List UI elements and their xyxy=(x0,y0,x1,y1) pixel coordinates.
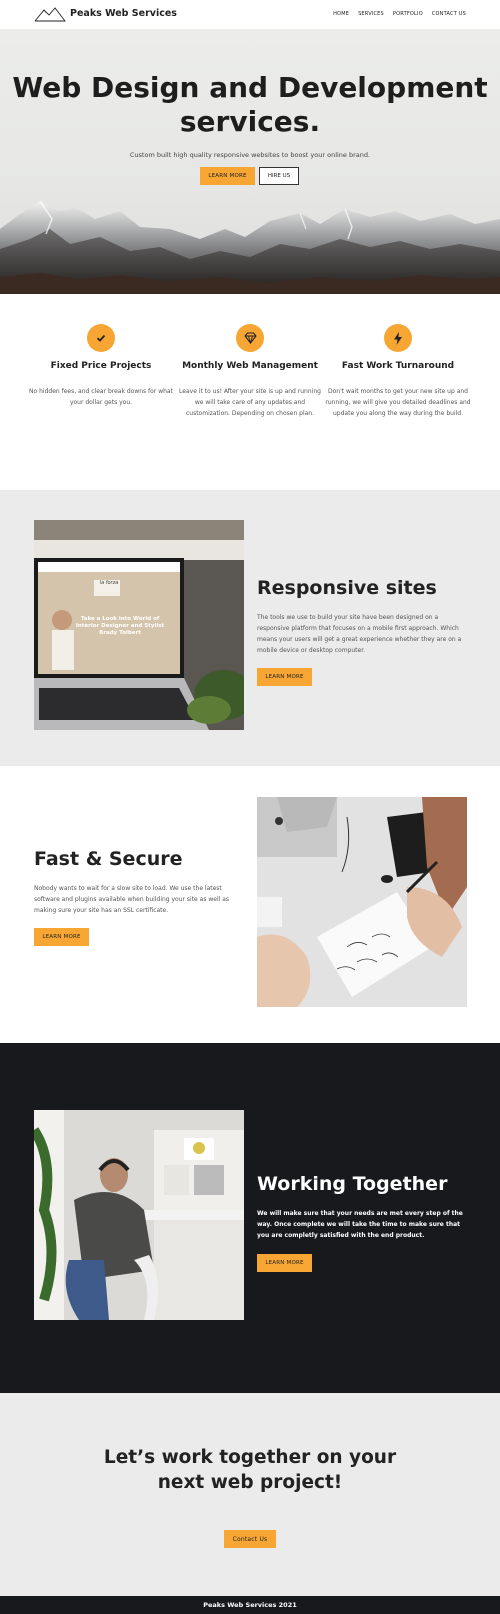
nav-item-services[interactable]: SERVICES xyxy=(358,11,384,17)
nav-menu: HOME SERVICES PORTFOLIO CONTACT US xyxy=(333,11,466,17)
diamond-icon xyxy=(236,324,264,352)
secure-learn-more-button[interactable]: LEARN MORE xyxy=(34,928,89,946)
nav-item-home[interactable]: HOME xyxy=(333,11,349,17)
navbar: Peaks Web Services HOME SERVICES PORTFOL… xyxy=(0,0,500,29)
cta-title: Let’s work together on your next web pro… xyxy=(0,1445,500,1495)
hero-title: Web Design and Development services. xyxy=(0,71,500,139)
together-section: Working Together We will make sure that … xyxy=(0,1043,500,1393)
laptop-screen-heading: Take a Look into World of Interior Desig… xyxy=(75,616,165,636)
features-section: Fixed Price Projects No hidden fees, and… xyxy=(0,294,500,490)
footer: Peaks Web Services 2021 xyxy=(0,1596,500,1614)
page: Peaks Web Services HOME SERVICES PORTFOL… xyxy=(0,0,500,1614)
together-learn-more-button[interactable]: LEARN MORE xyxy=(257,1254,312,1272)
together-text: We will make sure that your needs are me… xyxy=(257,1210,463,1239)
cta-section: Let’s work together on your next web pro… xyxy=(0,1393,500,1596)
laptop-logo: la forza xyxy=(99,580,119,586)
responsive-learn-more-button[interactable]: LEARN MORE xyxy=(257,668,312,686)
feature-text: Don't wait months to get your new site u… xyxy=(325,388,471,417)
writing-desk-image xyxy=(257,797,467,1007)
responsive-text: The tools we use to build your site have… xyxy=(257,614,462,654)
hero-learn-more-button[interactable]: LEARN MORE xyxy=(200,167,255,185)
responsive-section: la forza Take a Look into World of Inter… xyxy=(0,490,500,766)
feature-text: No hidden fees, and clear break downs fo… xyxy=(29,388,173,406)
hero-title-line2: services. xyxy=(179,105,321,138)
nav-item-contact[interactable]: CONTACT US xyxy=(432,11,466,17)
mountain-logo-icon[interactable] xyxy=(34,6,66,22)
responsive-title: Responsive sites xyxy=(257,577,437,599)
feature-text: Leave it to us! After your site is up an… xyxy=(179,388,321,417)
secure-text: Nobody wants to wait for a slow site to … xyxy=(34,885,229,914)
hero-title-line1: Web Design and Development xyxy=(12,71,488,104)
hero-hire-us-button[interactable]: HIRE US xyxy=(259,167,299,185)
bolt-icon xyxy=(384,324,412,352)
contact-us-button[interactable]: Contact Us xyxy=(224,1530,276,1548)
office-image xyxy=(34,1110,244,1320)
check-icon xyxy=(87,324,115,352)
hero-subtitle: Custom built high quality responsive web… xyxy=(129,151,371,159)
secure-title: Fast & Secure xyxy=(34,848,183,870)
hero-section: Web Design and Development services. Cus… xyxy=(0,29,500,294)
feature-title: Monthly Web Management xyxy=(182,361,318,371)
feature-title: Fast Work Turnaround xyxy=(341,361,455,371)
brand-name[interactable]: Peaks Web Services xyxy=(70,8,177,19)
laptop-image: la forza Take a Look into World of Inter… xyxy=(34,520,244,730)
together-title: Working Together xyxy=(257,1173,448,1195)
cta-title-line2: next web project! xyxy=(157,1472,343,1493)
nav-item-portfolio[interactable]: PORTFOLIO xyxy=(393,11,423,17)
feature-title: Fixed Price Projects xyxy=(50,361,152,371)
secure-section: Fast & Secure Nobody wants to wait for a… xyxy=(0,766,500,1043)
cta-title-line1: Let’s work together on your xyxy=(103,1447,397,1468)
mountains-image xyxy=(0,200,500,294)
